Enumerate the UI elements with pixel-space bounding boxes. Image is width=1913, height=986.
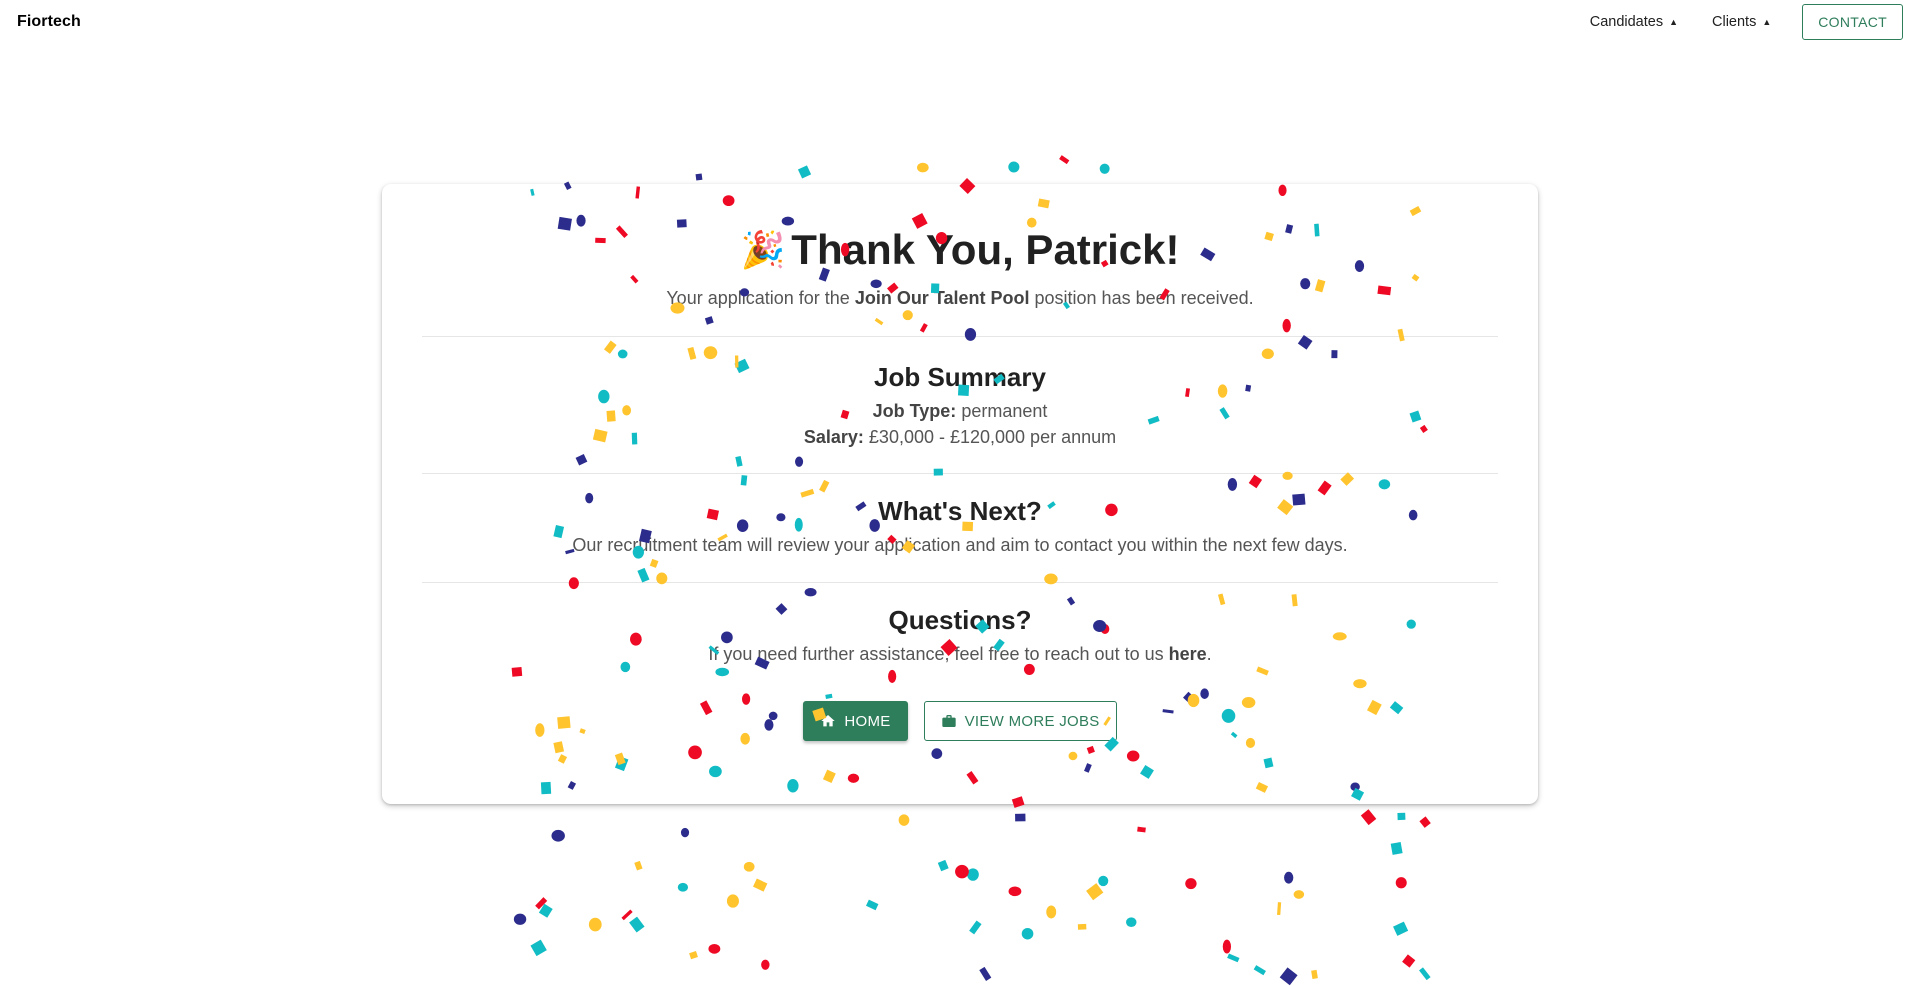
confetti-strip (1277, 902, 1282, 916)
job-summary-heading: Job Summary (874, 362, 1046, 392)
confetti-strip (1137, 826, 1146, 833)
subtitle-suffix: position has been received. (1034, 288, 1254, 308)
confetti-strip (866, 899, 879, 911)
confetti-dot (1098, 875, 1109, 887)
confetti-strip (1077, 923, 1087, 930)
confetti-strip (535, 897, 548, 910)
nav-candidates-dropdown[interactable]: Candidates ▲ (1573, 14, 1695, 30)
confetti-dot (726, 894, 739, 908)
questions-section: Questions? If you need further assistanc… (422, 583, 1498, 665)
party-popper-icon: 🎉 (740, 229, 786, 270)
confetti-dot (680, 827, 690, 838)
confetti-strip (1360, 809, 1377, 826)
confetti-dot (1395, 877, 1407, 889)
confetti-strip (1390, 842, 1403, 855)
confetti-dot (1008, 886, 1022, 897)
confetti-dot (1046, 905, 1057, 919)
confetti-strip (621, 909, 633, 921)
confetti-dot (1293, 890, 1305, 899)
contact-button[interactable]: CONTACT (1802, 4, 1903, 40)
caret-up-icon: ▲ (1669, 17, 1679, 27)
confetti-dot (1284, 871, 1294, 884)
confetti-strip (1393, 921, 1409, 936)
confetti-dot (916, 162, 929, 173)
confetti-strip (1397, 812, 1406, 821)
position-name: Join Our Talent Pool (854, 288, 1030, 308)
thank-you-card: 🎉 Thank You, Patrick! Your application f… (382, 184, 1538, 804)
confetti-strip (689, 951, 698, 960)
confetti-dot (708, 944, 721, 954)
confetti-strip (1086, 883, 1104, 901)
confetti-strip (979, 966, 992, 981)
confetti-dot (677, 882, 689, 892)
whats-next-text: Our recruitment team will review your ap… (572, 535, 1348, 555)
confetti-strip (1279, 967, 1298, 986)
confetti-dot (1021, 927, 1034, 940)
confetti-strip (969, 920, 982, 935)
contact-here-link[interactable]: here (1169, 644, 1207, 664)
whats-next-heading: What's Next? (878, 496, 1042, 526)
home-button-label: HOME (844, 712, 891, 730)
confetti-dot (761, 959, 770, 970)
job-type-label: Job Type: (872, 401, 957, 421)
confetti-strip (695, 173, 703, 181)
confetti-dot (955, 864, 969, 879)
confetti-dot (743, 861, 755, 872)
briefcase-icon (941, 715, 956, 727)
confetti-strip (1402, 954, 1416, 968)
confetti-dot (588, 917, 602, 932)
confetti-strip (634, 860, 643, 871)
confetti-strip (937, 859, 949, 872)
salary-label: Salary: (803, 427, 864, 447)
confetti-strip (797, 165, 812, 179)
confetti-dot (1099, 163, 1110, 174)
application-confirmation: Your application for the Join Our Talent… (422, 288, 1498, 309)
questions-heading: Questions? (888, 605, 1032, 635)
home-icon (821, 715, 836, 727)
confetti-strip (1253, 965, 1266, 976)
page-title: 🎉 Thank You, Patrick! (422, 226, 1498, 274)
questions-text-suffix: . (1206, 644, 1212, 664)
top-navbar: Fiortech Candidates ▲ Clients ▲ CONTACT (0, 0, 1913, 44)
confetti-strip (753, 878, 768, 892)
caret-up-icon: ▲ (1762, 17, 1772, 27)
salary-value: £30,000 - £120,000 per annum (868, 427, 1117, 447)
job-summary-section: Job Summary Job Type: permanent Salary: … (422, 337, 1498, 448)
confetti-dot (898, 814, 910, 826)
confetti-strip (1227, 953, 1240, 963)
confetti-strip (1059, 155, 1070, 165)
confetti-dot (513, 913, 527, 925)
view-more-jobs-button[interactable]: VIEW MORE JOBS (923, 701, 1117, 741)
brand-logo[interactable]: Fiortech (17, 13, 81, 31)
confetti-strip (1419, 967, 1431, 981)
confetti-strip (538, 903, 553, 918)
job-type-value: permanent (961, 401, 1048, 421)
confetti-strip (629, 916, 645, 933)
title-text: Thank You, Patrick! (791, 226, 1180, 273)
confetti-strip (530, 939, 547, 957)
confetti-dot (1008, 161, 1020, 173)
action-buttons: HOME VIEW MORE JOBS (422, 701, 1498, 741)
confetti-dot (1126, 917, 1137, 928)
confetti-dot (1222, 939, 1232, 954)
nav-links: Candidates ▲ Clients ▲ CONTACT (1573, 4, 1903, 40)
confetti-strip (1311, 969, 1318, 979)
salary-line: Salary: £30,000 - £120,000 per annum (422, 427, 1498, 448)
nav-clients-label: Clients (1712, 14, 1757, 30)
questions-text-prefix: If you need further assistance, feel fre… (708, 644, 1164, 664)
confetti-dot (551, 829, 565, 842)
confetti-strip (1015, 813, 1026, 822)
whats-next-section: What's Next? Our recruitment team will r… (422, 474, 1498, 556)
questions-text: If you need further assistance, feel fre… (422, 644, 1498, 665)
subtitle-prefix: Your application for the (666, 288, 850, 308)
home-button[interactable]: HOME (803, 701, 908, 741)
confetti-dot (967, 868, 979, 881)
job-type-line: Job Type: permanent (422, 401, 1498, 422)
confetti-strip (1419, 816, 1431, 828)
confetti-dot (1185, 878, 1197, 890)
nav-clients-dropdown[interactable]: Clients ▲ (1695, 14, 1788, 30)
nav-candidates-label: Candidates (1589, 14, 1664, 30)
view-more-jobs-label: VIEW MORE JOBS (964, 712, 1100, 730)
